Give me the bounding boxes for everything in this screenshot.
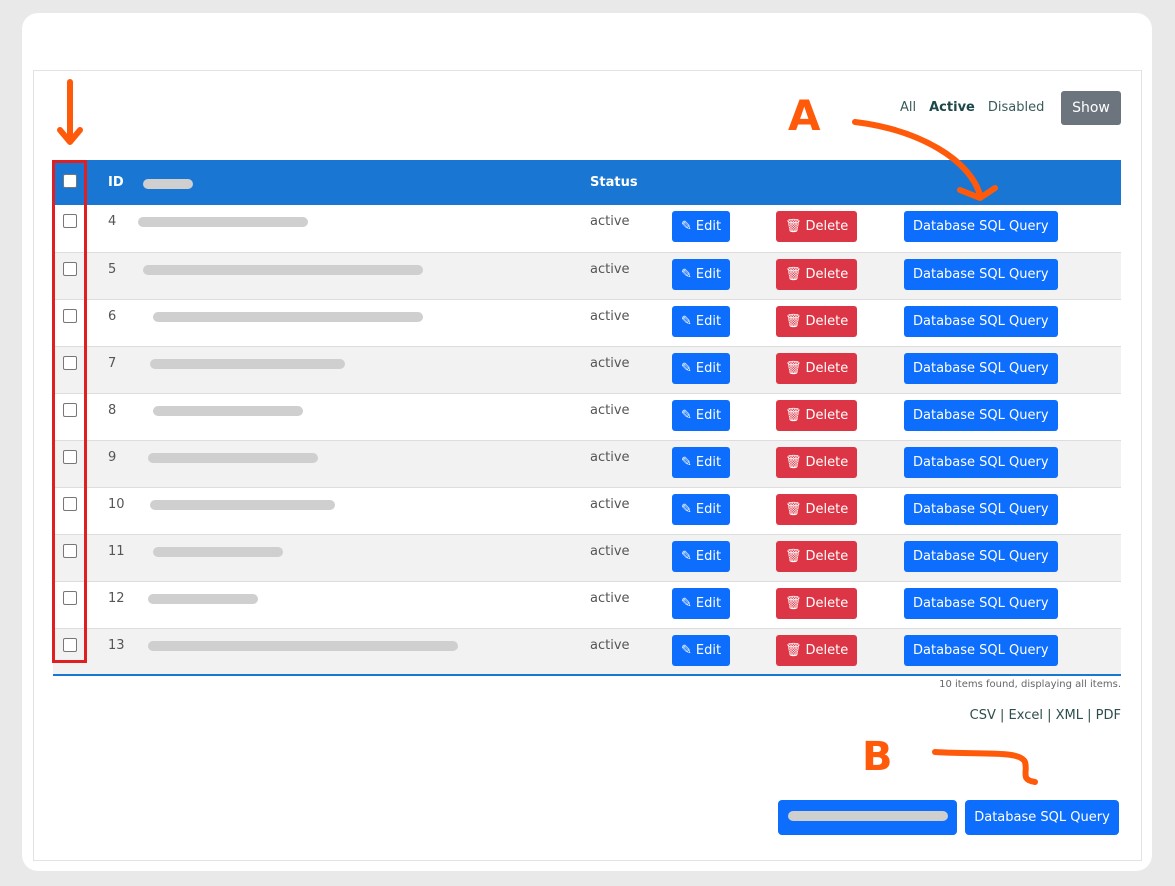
- annotation-overlay: A B: [57, 79, 1038, 785]
- label-b: B: [862, 734, 893, 780]
- arrow-a-annotation: [852, 119, 998, 201]
- arrow-b-annotation: [932, 749, 1038, 785]
- down-arrow-annotation: [57, 79, 83, 145]
- label-a: A: [788, 91, 821, 140]
